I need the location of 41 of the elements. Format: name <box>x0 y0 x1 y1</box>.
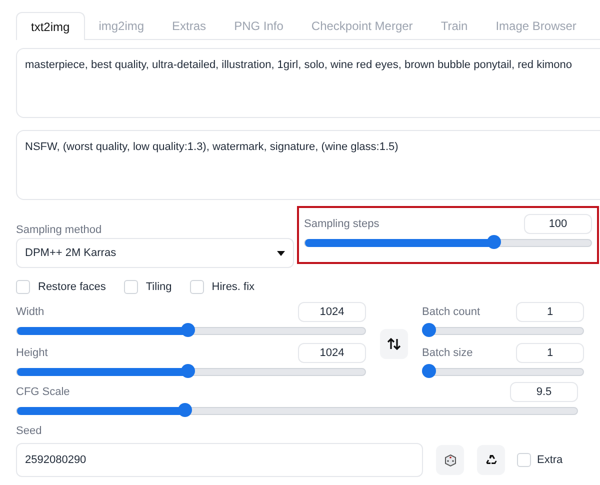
swap-dimensions-button[interactable] <box>380 329 408 359</box>
checkbox[interactable] <box>190 280 204 294</box>
slider-thumb[interactable] <box>180 323 195 337</box>
slider-thumb[interactable] <box>180 364 195 378</box>
checkbox[interactable] <box>124 280 138 294</box>
slider-thumb[interactable] <box>178 403 192 417</box>
slider-label: Sampling steps <box>304 217 380 232</box>
checkbox-label: Restore faces <box>38 280 106 295</box>
negative-prompt-field[interactable]: NSFW, (worst quality, low quality:1.3), watermark, signature, (wine glass:1.5) <box>16 130 600 200</box>
number-field[interactable]: 100 <box>524 214 592 234</box>
slider-label: Height <box>16 346 48 361</box>
slider-label: Width <box>16 305 44 320</box>
checkbox[interactable] <box>16 280 30 294</box>
number-field[interactable]: 9.5 <box>510 382 578 402</box>
slider-thumb[interactable] <box>422 323 436 337</box>
number-field[interactable]: 1024 <box>298 343 366 363</box>
prompt-field[interactable]: masterpiece, best quality, ultra-detailed, illustration, 1girl, solo, wine red eyes, brown bubble ponytail, red kimono <box>16 48 600 118</box>
number-field[interactable]: 1 <box>516 302 584 322</box>
checkbox-label: Hires. fix <box>212 280 255 295</box>
number-field[interactable]: 1024 <box>298 302 366 322</box>
swap-arrows-icon <box>387 338 401 350</box>
field-label: Seed <box>16 424 43 437</box>
field-label: Sampling method <box>16 223 103 236</box>
slider-label: Batch size <box>422 346 473 361</box>
checkbox-label: Extra <box>537 452 563 468</box>
number-field[interactable]: 1 <box>516 343 584 363</box>
random-seed-button[interactable] <box>436 445 464 475</box>
dropdown-value: DPM++ 2M Karras <box>25 246 116 261</box>
checkbox[interactable] <box>517 453 531 467</box>
reuse-seed-button[interactable] <box>477 445 505 475</box>
tab[interactable]: txt2img <box>16 12 85 40</box>
checkbox-label: Tiling <box>146 280 172 295</box>
seed-field[interactable]: 2592080290 <box>16 443 423 477</box>
slider-label: Batch count <box>422 305 480 320</box>
dice-icon <box>444 454 456 466</box>
slider-thumb[interactable] <box>422 364 436 378</box>
slider-thumb[interactable] <box>486 235 501 249</box>
caret-icon <box>277 250 285 256</box>
sampling-method-dropdown[interactable]: DPM++ 2M Karras <box>16 238 294 268</box>
slider-label: CFG Scale <box>16 385 70 400</box>
recycle-icon <box>484 454 498 466</box>
